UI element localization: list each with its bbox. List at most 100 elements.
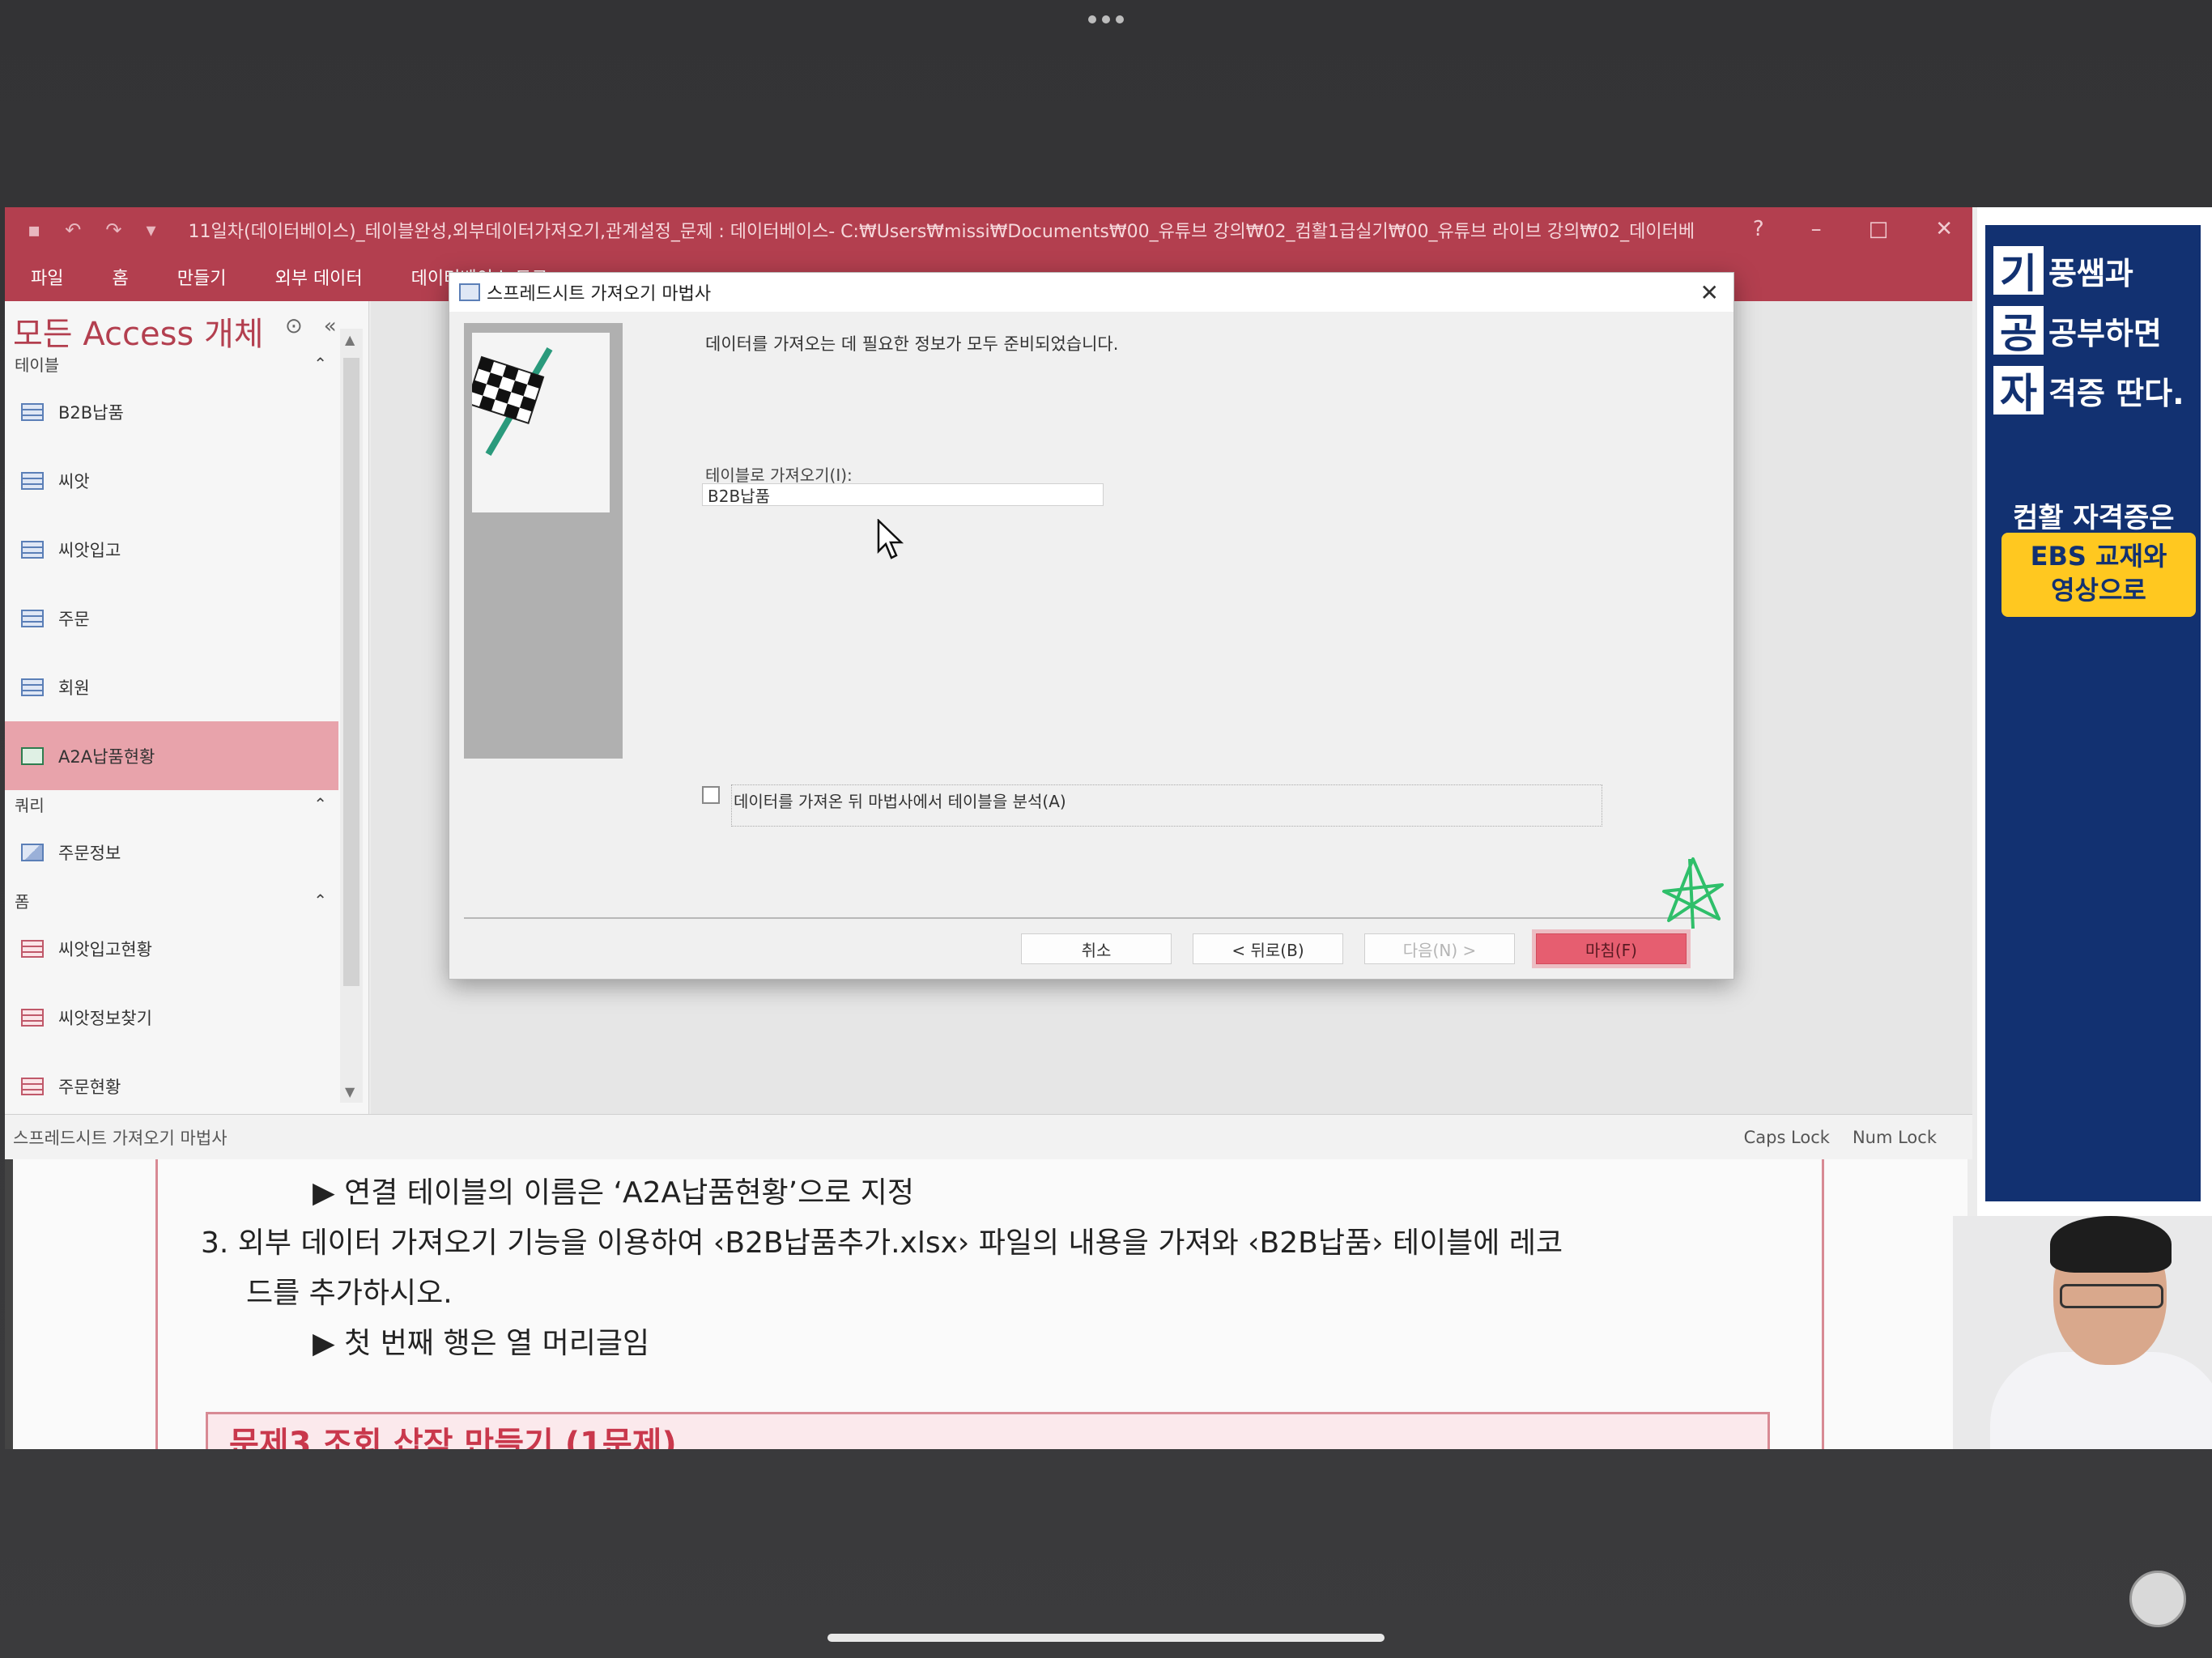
table-icon [21,540,44,559]
nav-item-table[interactable]: 회원 [5,653,338,721]
nav-item-label: 씨앗입고현황 [58,939,152,959]
customize-toolbar-icon[interactable]: ▾ [146,219,155,241]
save-icon[interactable]: ▪ [28,219,40,241]
dialog-separator [464,917,1721,919]
window-title: 11일차(데이터베이스)_테이블완성,외부데이터가져오기,관계설정_문제 : 데… [188,222,1695,242]
slogan-initial: 공 [1993,306,2044,357]
minimize-button[interactable]: – [1811,217,1822,241]
scroll-down-icon[interactable]: ▼ [345,1084,355,1099]
collapse-pane-icon[interactable]: « [324,314,337,338]
chevron-up-icon: ⌃ [313,891,327,910]
analyze-table-option: 데이터를 가져온 뒤 마법사에서 테이블을 분석(A) [702,784,1602,827]
screen: ▪ ↶ ↷ ▾ 11일차(데이터베이스)_테이블완성,외부데이터가져오기,관계설… [0,0,2212,1658]
tab-external-data[interactable]: 외부 데이터 [274,264,362,290]
lecture-question: 3. 외부 데이터 가져오기 기능을 이용하여 ‹B2B납품추가.xlsx› 파… [201,1226,1563,1260]
chevron-up-icon: ⌃ [313,794,327,814]
access-title-bar: ▪ ↶ ↷ ▾ 11일차(데이터베이스)_테이블완성,외부데이터가져오기,관계설… [5,207,1972,253]
channel-mascot-icon [2129,1571,2186,1627]
nav-pane-title[interactable]: 모든 Access 개체 [13,308,264,355]
excel-link-icon [21,746,44,765]
lecture-bullet: ▶ 연결 테이블의 이름은 ‘A2A납품현황’으로 지정 [313,1176,914,1209]
nav-item-label: 주문정보 [58,843,121,863]
analyze-table-checkbox[interactable] [702,786,720,804]
window-controls: ? – □ ✕ [1753,217,1953,241]
import-table-input[interactable] [702,483,1104,506]
nav-group-forms[interactable]: 폼 ⌃ [5,886,338,914]
nav-item-table[interactable]: 씨앗 [5,446,338,515]
nav-scrollbar[interactable]: ▲ ▼ [340,329,363,1103]
mouse-pointer-icon [877,519,904,559]
dialog-title-bar: 스프레드시트 가져오기 마법사 ✕ [449,273,1733,312]
nav-menu-icon[interactable]: ⊙ [285,314,303,338]
form-icon [21,1008,44,1027]
section-heading: 문제3 조회 삽작 만들기 (1문제) [229,1426,677,1449]
dialog-title: 스프레드시트 가져오기 마법사 [487,284,712,304]
banner-highlight-line: EBS 교재와 [2030,541,2167,572]
caps-lock-indicator: Caps Lock [1743,1127,1830,1147]
redo-icon[interactable]: ↷ [105,219,121,241]
nav-item-label: B2B납품 [58,402,124,423]
nav-object-list: 테이블 ⌃ B2B납품 씨앗 씨앗입고 주문 회원 A2A납품현황 쿼리 ⌃ 주… [5,350,338,1120]
next-button[interactable]: 다음(N) > [1364,933,1515,964]
nav-item-table[interactable]: 주문 [5,584,338,653]
slogan-line: 공 공부하면 [1993,306,2162,357]
status-text: 스프레드시트 가져오기 마법사 [13,1128,228,1148]
nav-item-form[interactable]: 씨앗입고현황 [5,914,338,983]
back-button[interactable]: < 뒤로(B) [1193,933,1343,964]
lecture-document: ▶ 연결 테이블의 이름은 ‘A2A납품현황’으로 지정 3. 외부 데이터 가… [5,1159,1967,1449]
cancel-button[interactable]: 취소 [1021,933,1172,964]
slogan-text: 풍쌤과 [2048,255,2133,291]
nav-item-label: 회원 [58,678,90,698]
star-annotation-icon [1662,857,1724,929]
tab-home[interactable]: 홈 [112,264,128,290]
more-options-icon[interactable] [1088,11,1124,28]
nav-item-label: 씨앗입고 [58,540,121,560]
video-frame: ▪ ↶ ↷ ▾ 11일차(데이터베이스)_테이블완성,외부데이터가져오기,관계설… [5,207,2212,1449]
maximize-button[interactable]: □ [1869,217,1889,241]
banner-highlight: EBS 교재와 영상으로 [2001,533,2196,617]
slogan-panel: 기 풍쌤과 공 공부하면 자 격증 딴다. 컴활 자격증은 EBS 교재와 영상… [1984,223,2202,1203]
nav-item-label: A2A납품현황 [58,746,155,767]
nav-item-query[interactable]: 주문정보 [5,818,338,886]
help-button[interactable]: ? [1753,217,1764,241]
nav-group-tables[interactable]: 테이블 ⌃ [5,350,338,377]
nav-item-table[interactable]: B2B납품 [5,377,338,446]
nav-item-form[interactable]: 주문현황 [5,1052,338,1120]
undo-icon[interactable]: ↶ [65,219,81,241]
slogan-text: 격증 딴다. [2048,375,2184,411]
form-icon [21,1077,44,1095]
close-icon[interactable]: ✕ [1700,279,1719,306]
scroll-up-icon[interactable]: ▲ [345,332,355,347]
tab-create[interactable]: 만들기 [177,264,227,290]
slogan-line: 자 격증 딴다. [1993,366,2184,417]
banner-highlight-line: 영상으로 [2051,575,2146,606]
nav-item-form[interactable]: 씨앗정보찾기 [5,983,338,1052]
wizard-illustration [464,323,623,759]
nav-item-label: 주문현황 [58,1077,121,1097]
nav-item-table[interactable]: 씨앗입고 [5,515,338,584]
table-icon [21,609,44,627]
import-wizard-dialog: 스프레드시트 가져오기 마법사 ✕ 데이터를 가져오는 데 필요한 정보가 모두… [449,272,1734,980]
nav-item-label: 씨앗정보찾기 [58,1008,152,1028]
close-button[interactable]: ✕ [1935,217,1953,241]
finish-button[interactable]: 마침(F) [1536,933,1687,964]
slogan-initial: 자 [1993,366,2044,417]
nav-item-label: 씨앗 [58,471,90,491]
import-table-label: 테이블로 가져오기(I): [705,466,853,485]
wizard-message: 데이터를 가져오는 데 필요한 정보가 모두 준비되었습니다. [705,334,1119,354]
nav-item-linked-excel-table[interactable]: A2A납품현황 [5,721,338,790]
table-icon [21,402,44,421]
nav-group-queries[interactable]: 쿼리 ⌃ [5,790,338,818]
table-icon [21,678,44,696]
analyze-table-label[interactable]: 데이터를 가져온 뒤 마법사에서 테이블을 분석(A) [731,784,1602,827]
scroll-thumb[interactable] [343,358,359,986]
tab-file[interactable]: 파일 [31,264,63,290]
chevron-up-icon: ⌃ [313,354,327,373]
lecture-bullet: ▶ 첫 번째 행은 열 머리글임 [313,1327,650,1360]
home-indicator[interactable] [827,1634,1385,1642]
nav-group-label: 테이블 [15,355,60,375]
slogan-text: 공부하면 [2048,315,2162,351]
query-icon [21,843,44,861]
lecture-question-cont: 드를 추가하시오. [246,1277,453,1310]
nav-group-label: 폼 [15,891,30,912]
